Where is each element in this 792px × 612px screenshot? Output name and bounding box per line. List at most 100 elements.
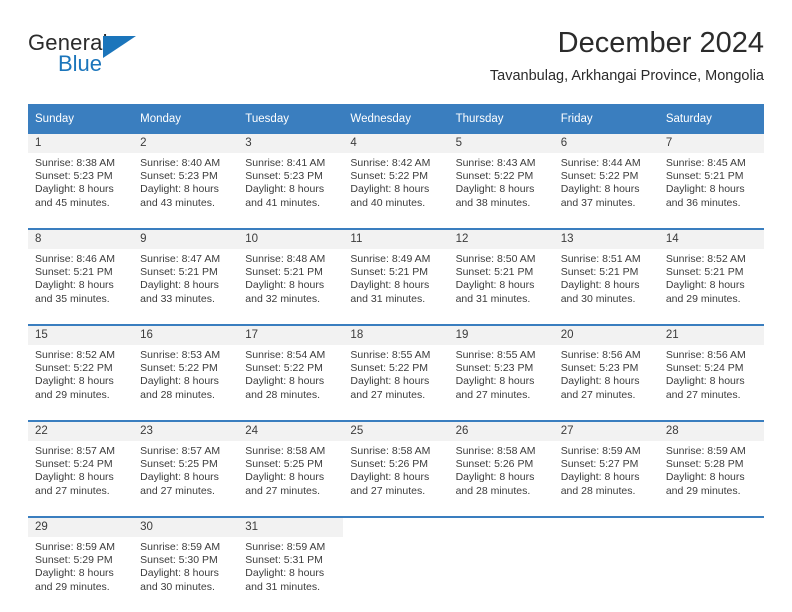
day-info: Sunrise: 8:55 AM Sunset: 5:23 PM Dayligh… bbox=[449, 345, 554, 411]
day-number: 25 bbox=[343, 422, 449, 441]
day-number: 10 bbox=[238, 230, 344, 249]
sunrise-text: Sunrise: 8:41 AM bbox=[245, 157, 326, 169]
day-number: 11 bbox=[343, 230, 449, 249]
day-cell[interactable]: 5 Sunrise: 8:43 AM Sunset: 5:22 PM Dayli… bbox=[448, 134, 554, 219]
day-cell[interactable]: 6 Sunrise: 8:44 AM Sunset: 5:22 PM Dayli… bbox=[553, 134, 659, 219]
daylight-text-line2: and 27 minutes. bbox=[350, 484, 426, 497]
day-info bbox=[554, 537, 659, 603]
day-cell[interactable]: 28 Sunrise: 8:59 AM Sunset: 5:28 PM Dayl… bbox=[658, 422, 764, 507]
day-info: Sunrise: 8:50 AM Sunset: 5:21 PM Dayligh… bbox=[449, 249, 554, 315]
day-info: Sunrise: 8:59 AM Sunset: 5:31 PM Dayligh… bbox=[238, 537, 343, 603]
sunrise-text: Sunrise: 8:59 AM bbox=[560, 445, 641, 457]
day-cell[interactable]: 23 Sunrise: 8:57 AM Sunset: 5:25 PM Dayl… bbox=[133, 422, 239, 507]
day-cell[interactable]: 18 Sunrise: 8:55 AM Sunset: 5:22 PM Dayl… bbox=[343, 326, 449, 411]
day-cell[interactable]: 10 Sunrise: 8:48 AM Sunset: 5:21 PM Dayl… bbox=[238, 230, 344, 315]
day-number: 8 bbox=[28, 230, 134, 249]
day-info: Sunrise: 8:45 AM Sunset: 5:21 PM Dayligh… bbox=[659, 153, 764, 219]
daylight-text-line2: and 33 minutes. bbox=[140, 292, 215, 305]
day-cell-empty bbox=[448, 518, 554, 603]
sunset-text: Sunset: 5:26 PM bbox=[455, 458, 534, 471]
sunrise-text: Sunrise: 8:51 AM bbox=[560, 253, 641, 265]
sunset-text: Sunset: 5:21 PM bbox=[245, 266, 323, 279]
day-cell[interactable]: 13 Sunrise: 8:51 AM Sunset: 5:21 PM Dayl… bbox=[553, 230, 659, 315]
day-cell[interactable]: 27 Sunrise: 8:59 AM Sunset: 5:27 PM Dayl… bbox=[553, 422, 659, 507]
day-cell[interactable]: 4 Sunrise: 8:42 AM Sunset: 5:22 PM Dayli… bbox=[343, 134, 449, 219]
day-cell[interactable]: 22 Sunrise: 8:57 AM Sunset: 5:24 PM Dayl… bbox=[28, 422, 134, 507]
day-info: Sunrise: 8:47 AM Sunset: 5:21 PM Dayligh… bbox=[133, 249, 238, 315]
daylight-text-line1: Daylight: 8 hours bbox=[140, 471, 219, 484]
day-number: 31 bbox=[238, 518, 344, 537]
sunrise-text: Sunrise: 8:43 AM bbox=[455, 157, 536, 169]
day-number: 12 bbox=[448, 230, 554, 249]
daylight-text-line1: Daylight: 8 hours bbox=[455, 471, 535, 484]
day-info: Sunrise: 8:58 AM Sunset: 5:25 PM Dayligh… bbox=[238, 441, 343, 507]
day-cell[interactable]: 21 Sunrise: 8:56 AM Sunset: 5:24 PM Dayl… bbox=[658, 326, 764, 411]
sunset-text: Sunset: 5:21 PM bbox=[455, 266, 534, 279]
sunset-text: Sunset: 5:23 PM bbox=[560, 362, 639, 375]
daylight-text-line1: Daylight: 8 hours bbox=[665, 279, 745, 292]
day-cell[interactable]: 3 Sunrise: 8:41 AM Sunset: 5:23 PM Dayli… bbox=[238, 134, 344, 219]
sunrise-text: Sunrise: 8:59 AM bbox=[35, 541, 115, 553]
day-cell[interactable]: 2 Sunrise: 8:40 AM Sunset: 5:23 PM Dayli… bbox=[133, 134, 239, 219]
day-cell[interactable]: 29 Sunrise: 8:59 AM Sunset: 5:29 PM Dayl… bbox=[28, 518, 134, 603]
daylight-text-line2: and 32 minutes. bbox=[245, 292, 320, 305]
weekday-header-wednesday: Wednesday bbox=[343, 104, 449, 134]
day-number: 14 bbox=[658, 230, 764, 249]
day-cell[interactable]: 30 Sunrise: 8:59 AM Sunset: 5:30 PM Dayl… bbox=[133, 518, 239, 603]
sunrise-text: Sunrise: 8:54 AM bbox=[245, 349, 326, 361]
daylight-text-line1: Daylight: 8 hours bbox=[35, 471, 114, 484]
day-info: Sunrise: 8:57 AM Sunset: 5:24 PM Dayligh… bbox=[28, 441, 133, 507]
day-info: Sunrise: 8:56 AM Sunset: 5:23 PM Dayligh… bbox=[554, 345, 659, 411]
day-info bbox=[659, 537, 764, 603]
day-cell[interactable]: 7 Sunrise: 8:45 AM Sunset: 5:21 PM Dayli… bbox=[658, 134, 764, 219]
day-number: 7 bbox=[658, 134, 764, 153]
week-spacer bbox=[28, 315, 764, 324]
sunset-text: Sunset: 5:22 PM bbox=[350, 170, 429, 183]
sunrise-text: Sunrise: 8:49 AM bbox=[350, 253, 431, 265]
daylight-text-line1: Daylight: 8 hours bbox=[245, 183, 325, 196]
sunrise-text: Sunrise: 8:57 AM bbox=[140, 445, 221, 457]
sunrise-text: Sunrise: 8:58 AM bbox=[455, 445, 536, 457]
page-title: December 2024 bbox=[557, 27, 764, 59]
daylight-text-line1: Daylight: 8 hours bbox=[455, 183, 535, 196]
sunset-text: Sunset: 5:22 PM bbox=[455, 170, 534, 183]
day-cell[interactable]: 14 Sunrise: 8:52 AM Sunset: 5:21 PM Dayl… bbox=[658, 230, 764, 315]
daylight-text-line1: Daylight: 8 hours bbox=[350, 183, 430, 196]
day-cell[interactable]: 20 Sunrise: 8:56 AM Sunset: 5:23 PM Dayl… bbox=[553, 326, 659, 411]
week-spacer bbox=[28, 219, 764, 228]
day-cell[interactable]: 8 Sunrise: 8:46 AM Sunset: 5:21 PM Dayli… bbox=[28, 230, 134, 315]
day-info: Sunrise: 8:52 AM Sunset: 5:21 PM Dayligh… bbox=[659, 249, 764, 315]
day-number: 6 bbox=[553, 134, 659, 153]
daylight-text-line1: Daylight: 8 hours bbox=[140, 375, 219, 388]
daylight-text-line2: and 27 minutes. bbox=[35, 484, 110, 497]
sunset-text: Sunset: 5:24 PM bbox=[665, 362, 744, 375]
day-cell[interactable]: 11 Sunrise: 8:49 AM Sunset: 5:21 PM Dayl… bbox=[343, 230, 449, 315]
day-cell[interactable]: 15 Sunrise: 8:52 AM Sunset: 5:22 PM Dayl… bbox=[28, 326, 134, 411]
generalblue-logo[interactable]: General Blue bbox=[28, 30, 188, 88]
day-cell[interactable]: 31 Sunrise: 8:59 AM Sunset: 5:31 PM Dayl… bbox=[238, 518, 344, 603]
day-cell[interactable]: 12 Sunrise: 8:50 AM Sunset: 5:21 PM Dayl… bbox=[448, 230, 554, 315]
day-number bbox=[343, 518, 449, 537]
day-cell[interactable]: 26 Sunrise: 8:58 AM Sunset: 5:26 PM Dayl… bbox=[448, 422, 554, 507]
day-info: Sunrise: 8:52 AM Sunset: 5:22 PM Dayligh… bbox=[28, 345, 133, 411]
week-spacer bbox=[28, 411, 764, 420]
day-cell[interactable]: 1 Sunrise: 8:38 AM Sunset: 5:23 PM Dayli… bbox=[28, 134, 134, 219]
day-cell[interactable]: 24 Sunrise: 8:58 AM Sunset: 5:25 PM Dayl… bbox=[238, 422, 344, 507]
day-cell[interactable]: 25 Sunrise: 8:58 AM Sunset: 5:26 PM Dayl… bbox=[343, 422, 449, 507]
sunset-text: Sunset: 5:27 PM bbox=[560, 458, 639, 471]
day-number: 15 bbox=[28, 326, 134, 345]
day-cell[interactable]: 17 Sunrise: 8:54 AM Sunset: 5:22 PM Dayl… bbox=[238, 326, 344, 411]
day-cell[interactable]: 19 Sunrise: 8:55 AM Sunset: 5:23 PM Dayl… bbox=[448, 326, 554, 411]
day-info bbox=[343, 537, 448, 603]
sunset-text: Sunset: 5:21 PM bbox=[350, 266, 429, 279]
sunrise-text: Sunrise: 8:58 AM bbox=[350, 445, 431, 457]
daylight-text-line1: Daylight: 8 hours bbox=[560, 183, 640, 196]
day-number: 26 bbox=[448, 422, 554, 441]
daylight-text-line1: Daylight: 8 hours bbox=[35, 567, 114, 580]
day-cell[interactable]: 16 Sunrise: 8:53 AM Sunset: 5:22 PM Dayl… bbox=[133, 326, 239, 411]
daylight-text-line2: and 37 minutes. bbox=[560, 196, 636, 209]
day-cell[interactable]: 9 Sunrise: 8:47 AM Sunset: 5:21 PM Dayli… bbox=[133, 230, 239, 315]
sunrise-text: Sunrise: 8:55 AM bbox=[350, 349, 431, 361]
sunrise-text: Sunrise: 8:59 AM bbox=[140, 541, 221, 553]
day-number: 13 bbox=[553, 230, 659, 249]
